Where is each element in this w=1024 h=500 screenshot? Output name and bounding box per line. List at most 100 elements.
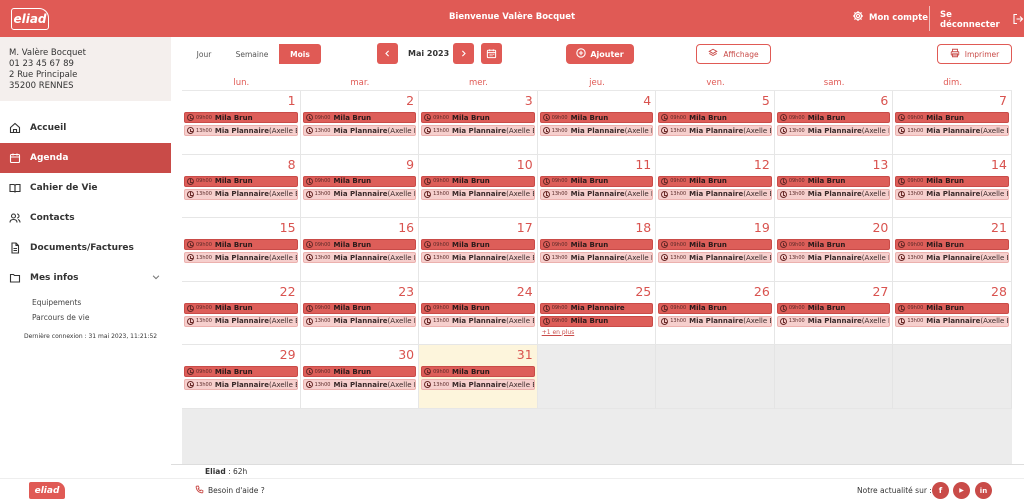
calendar-event[interactable]: 13h00Mia Plannaire(Axelle Bocquet) (421, 379, 535, 390)
day-number[interactable]: 11 (635, 157, 651, 172)
calendar-day-cell[interactable]: 30 09h00 Mila Brun 13h00 Mia Plannaire (Axell… (300, 345, 420, 409)
calendar-event[interactable]: 09h00 Mila Brun (184, 302, 298, 314)
day-number[interactable]: 20 (872, 220, 888, 235)
day-number[interactable]: 15 (280, 220, 296, 235)
calendar-day-cell[interactable]: 27 09h00 Mila Brun 13h00 Mia Plannaire (Axell… (774, 281, 894, 345)
calendar-event[interactable]: 13h00Mia Plannaire(Axelle Bocquet) (421, 315, 535, 327)
day-number[interactable]: 28 (991, 284, 1007, 299)
day-number[interactable]: 14 (991, 157, 1007, 172)
day-number[interactable]: 31 (517, 347, 533, 362)
sub-nav-item-parcours-de-vie[interactable]: Parcours de vie (32, 310, 171, 325)
calendar-event[interactable]: 09h00 Mila Brun (421, 239, 535, 250)
calendar-day-cell[interactable]: 2 09h00 Mila Brun 13h00 Mia Plannaire (Axelle… (300, 91, 420, 155)
day-number[interactable]: 17 (517, 220, 533, 235)
day-number[interactable]: 26 (754, 284, 770, 299)
sidebar-item-cahier-de-vie[interactable]: Cahier de Vie (0, 173, 171, 203)
calendar-event[interactable]: 09h00 Mila Brun (421, 302, 535, 314)
calendar-event[interactable]: 09h00 Mila Brun (302, 239, 417, 250)
calendar-event[interactable]: 13h00Mia Plannaire(Axelle Bocquet) (421, 188, 535, 200)
calendar-event[interactable]: 09h00 Mila Brun (658, 302, 772, 314)
youtube-icon[interactable]: ▶ (953, 482, 970, 499)
calendar-event[interactable]: 09h00 Mila Brun (776, 112, 891, 123)
day-number[interactable]: 19 (754, 220, 770, 235)
calendar-event[interactable]: 13h00Mia Plannaire(Axelle Bocquet) (302, 188, 417, 200)
calendar-event[interactable]: 09h00 Mila Brun (776, 175, 891, 187)
day-number[interactable]: 10 (517, 157, 533, 172)
calendar-event[interactable]: 09h00 Mila Brun (658, 239, 772, 250)
chevron-down-icon[interactable] (151, 272, 161, 285)
day-number[interactable]: 3 (525, 93, 533, 108)
sidebar-item-documents-factures[interactable]: Documents/Factures (0, 233, 171, 263)
calendar-event[interactable]: 09h00 Mila Brun (658, 112, 772, 123)
calendar-event[interactable]: 09h00 Mila Brun (539, 315, 654, 327)
day-number[interactable]: 18 (635, 220, 651, 235)
calendar-day-cell[interactable]: 19 09h00 Mila Brun 13h00 Mia Plannaire (Axell… (656, 218, 775, 282)
calendar-event[interactable]: 13h00Mia Plannaire(Axelle Bocquet) (658, 252, 772, 263)
calendar-day-cell[interactable]: 7 09h00 Mila Brun 13h00 Mia Plannaire (Axelle… (893, 91, 1012, 155)
day-number[interactable]: 5 (762, 93, 770, 108)
calendar-event[interactable]: 13h00Mia Plannaire(Axelle Bocquet) (776, 125, 891, 136)
calendar-event[interactable]: 13h00Mia Plannaire(Axelle Bocquet) (302, 252, 417, 263)
calendar-day-cell[interactable]: 28 09h00 Mila Brun 13h00 Mia Plannaire (Axell… (893, 281, 1012, 345)
calendar-day-cell[interactable]: 10 09h00 Mila Brun 13h00 Mia Plannaire (Axell… (419, 154, 538, 218)
calendar-day-cell[interactable]: 18 09h00 Mila Brun 13h00 Mia Plannaire (Axell… (537, 218, 657, 282)
view-week-button[interactable]: Semaine (225, 44, 279, 64)
calendar-day-cell[interactable]: 13 09h00 Mila Brun 13h00 Mia Plannaire (Axell… (774, 154, 894, 218)
calendar-event[interactable]: 09h00 Mila Brun (302, 366, 417, 377)
day-number[interactable]: 27 (872, 284, 888, 299)
calendar-event[interactable]: 09h00 Mila Brun (184, 112, 298, 123)
calendar-event[interactable]: 13h00Mia Plannaire(Axelle Bocquet) (184, 379, 298, 390)
day-number[interactable]: 4 (643, 93, 651, 108)
add-button[interactable]: Ajouter (566, 44, 634, 64)
calendar-event[interactable]: 13h00Mia Plannaire(Axelle Bocquet) (539, 252, 654, 263)
day-number[interactable]: 21 (991, 220, 1007, 235)
calendar-day-cell[interactable]: 21 09h00 Mila Brun 13h00 Mia Plannaire (Axell… (893, 218, 1012, 282)
calendar-day-cell[interactable]: 14 09h00 Mila Brun 13h00 Mia Plannaire (Axell… (893, 154, 1012, 218)
calendar-event[interactable]: 09h00 Mila Brun (302, 302, 417, 314)
calendar-event[interactable]: 09h00 Mila Brun (184, 366, 298, 377)
calendar-event[interactable]: 13h00Mia Plannaire(Axelle Bocquet) (658, 188, 772, 200)
sidebar-item-contacts[interactable]: Contacts (0, 203, 171, 233)
calendar-event[interactable]: 13h00Mia Plannaire(Axelle Bocquet) (302, 379, 417, 390)
calendar-event[interactable]: 13h00Mia Plannaire(Axelle Bocquet) (776, 315, 891, 327)
calendar-event[interactable]: 13h00Mia Plannaire(Axelle Bocquet) (539, 188, 654, 200)
day-number[interactable]: 29 (280, 347, 296, 362)
calendar-day-cell[interactable]: 31 09h00 Mila Brun 13h00 Mia Plannaire (Axell… (419, 345, 538, 409)
calendar-event[interactable]: 13h00Mia Plannaire(Axelle Bocquet) (776, 188, 891, 200)
day-number[interactable]: 8 (288, 157, 296, 172)
calendar-event[interactable]: 13h00Mia Plannaire(Axelle Bocquet) (302, 125, 417, 136)
day-number[interactable]: 25 (635, 284, 651, 299)
sidebar-item-agenda[interactable]: Agenda (0, 143, 171, 173)
calendar-event[interactable]: 13h00Mia Plannaire(Axelle Bocquet) (184, 252, 298, 263)
calendar-day-cell[interactable]: 22 09h00 Mila Brun 13h00 Mia Plannaire (Axell… (182, 281, 301, 345)
calendar-event[interactable]: 13h00Mia Plannaire(Axelle Bocquet) (658, 125, 772, 136)
date-picker-button[interactable] (481, 43, 502, 64)
calendar-event[interactable]: 09h00 Mila Brun (302, 112, 417, 123)
calendar-event[interactable]: 09h00 Mia Plannaire (539, 302, 654, 314)
calendar-day-cell[interactable]: 12 09h00 Mila Brun 13h00 Mia Plannaire (Axell… (656, 154, 775, 218)
account-link[interactable]: Mon compte (852, 10, 928, 25)
day-number[interactable]: 24 (517, 284, 533, 299)
calendar-event[interactable]: 09h00 Mila Brun (539, 239, 654, 250)
calendar-event[interactable]: 13h00Mia Plannaire(Axelle Bocquet) (421, 252, 535, 263)
calendar-day-cell[interactable]: 5 09h00 Mila Brun 13h00 Mia Plannaire (Axelle… (656, 91, 775, 155)
view-month-button[interactable]: Mois (279, 44, 321, 64)
next-month-button[interactable] (453, 43, 474, 64)
day-number[interactable]: 1 (288, 93, 296, 108)
calendar-event[interactable]: 13h00Mia Plannaire(Axelle Bocquet) (539, 125, 654, 136)
calendar-event[interactable]: 13h00Mia Plannaire(Axelle Bocquet) (184, 315, 298, 327)
sidebar-item-mes-infos[interactable]: Mes infos (0, 263, 171, 293)
print-button[interactable]: Imprimer (937, 44, 1012, 64)
calendar-event[interactable]: 13h00Mia Plannaire(Axelle Bocquet) (895, 125, 1009, 136)
calendar-day-cell[interactable]: 17 09h00 Mila Brun 13h00 Mia Plannaire (Axell… (419, 218, 538, 282)
calendar-day-cell[interactable]: 11 09h00 Mila Brun 13h00 Mia Plannaire (Axell… (537, 154, 657, 218)
facebook-icon[interactable]: f (932, 482, 949, 499)
calendar-day-cell[interactable]: 16 09h00 Mila Brun 13h00 Mia Plannaire (Axell… (300, 218, 420, 282)
view-day-button[interactable]: Jour (183, 44, 225, 64)
day-number[interactable]: 23 (398, 284, 414, 299)
calendar-day-cell[interactable]: 24 09h00 Mila Brun 13h00 Mia Plannaire (Axell… (419, 281, 538, 345)
sidebar-item-accueil[interactable]: Accueil (0, 113, 171, 143)
calendar-event[interactable]: 09h00 Mila Brun (776, 239, 891, 250)
day-number[interactable]: 12 (754, 157, 770, 172)
calendar-event[interactable]: 13h00Mia Plannaire(Axelle Bocquet) (895, 315, 1009, 327)
